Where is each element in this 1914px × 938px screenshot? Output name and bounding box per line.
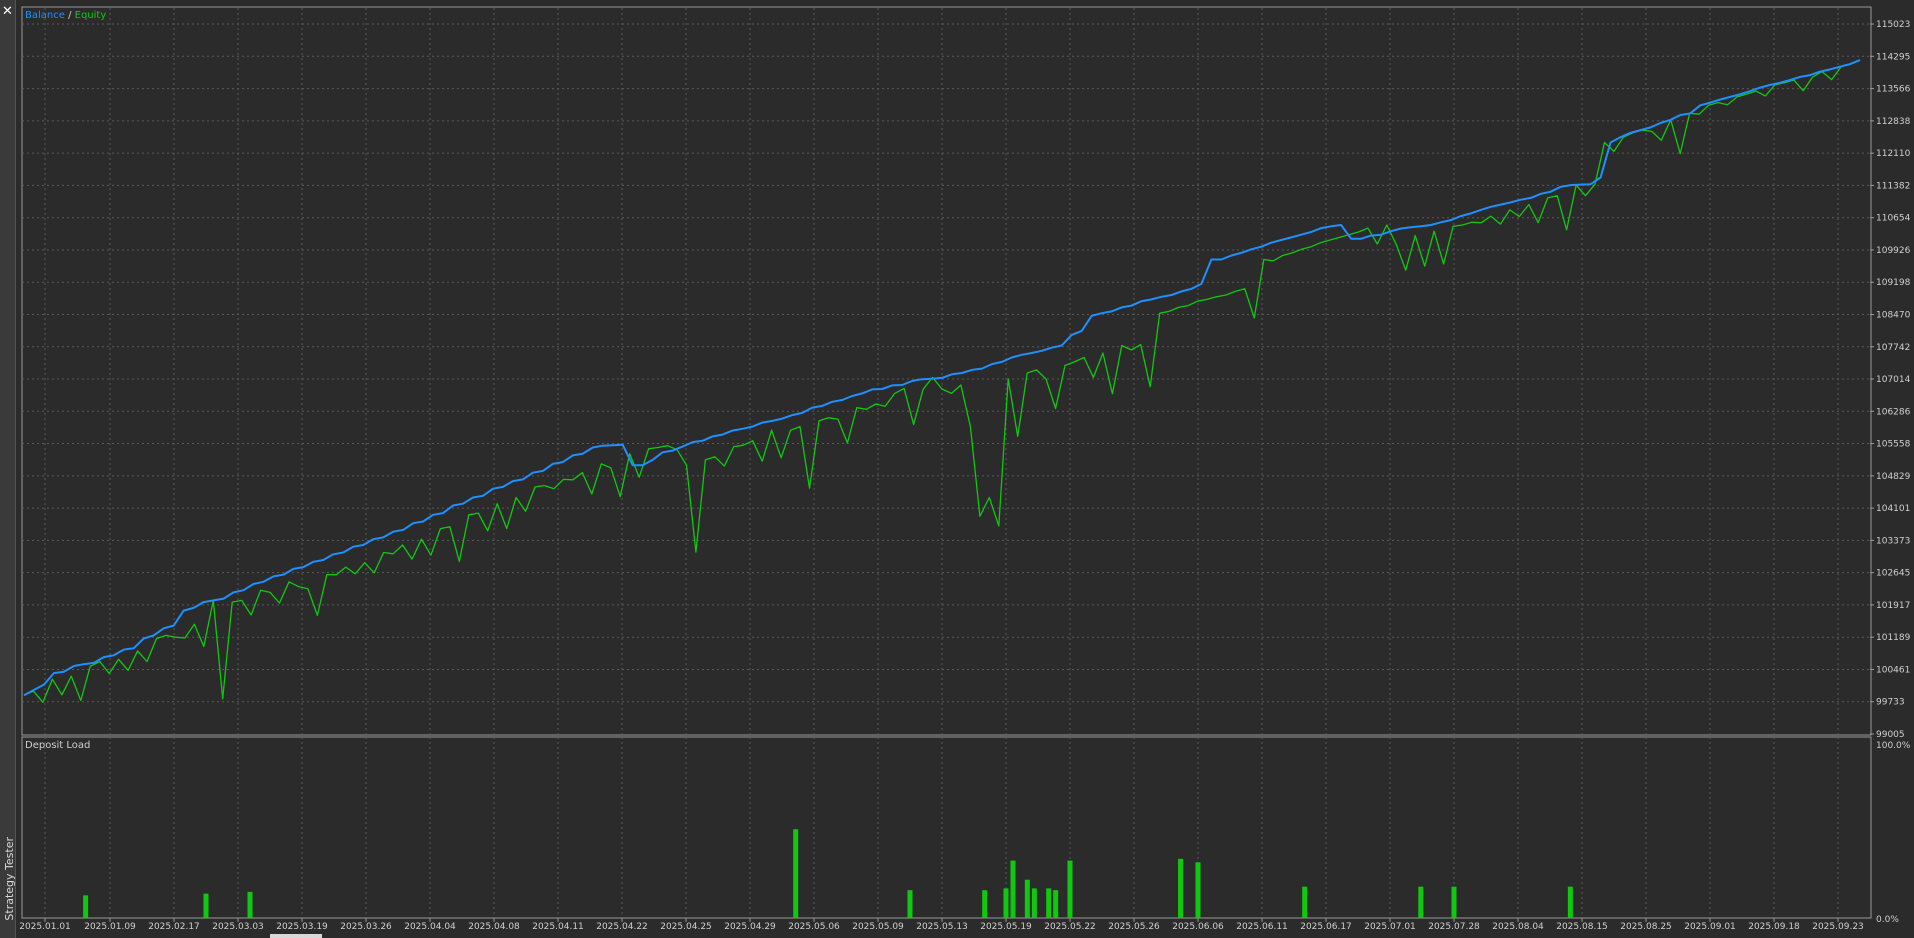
deposit-y-tick-label: 100.0% xyxy=(1876,741,1911,751)
x-tick-label: 2025.03.19 xyxy=(276,922,328,932)
x-tick-label: 2025.04.11 xyxy=(532,922,584,932)
x-tick-label: 2025.01.01 xyxy=(19,922,71,932)
y-tick-label: 110654 xyxy=(1876,214,1911,224)
y-tick-label: 108470 xyxy=(1876,310,1911,320)
deposit-load-bar xyxy=(83,895,89,918)
x-tick-label: 2025.08.25 xyxy=(1620,922,1672,932)
x-tick-label: 2025.01.09 xyxy=(84,922,136,932)
deposit-load-bar xyxy=(1003,888,1009,918)
y-tick-label: 101189 xyxy=(1876,633,1911,643)
y-tick-label: 104829 xyxy=(1876,472,1911,482)
y-tick-label: 99005 xyxy=(1876,730,1905,740)
deposit-load-bar xyxy=(1451,886,1457,918)
x-tick-label: 2025.04.08 xyxy=(468,922,520,932)
deposit-load-bar xyxy=(1024,879,1030,918)
y-tick-label: 109926 xyxy=(1876,246,1911,256)
y-tick-label: 100461 xyxy=(1876,665,1910,675)
deposit-load-bar xyxy=(793,829,799,918)
x-tick-label: 2025.08.04 xyxy=(1492,922,1544,932)
x-tick-label: 2025.06.17 xyxy=(1300,922,1352,932)
x-tick-label: 2025.05.19 xyxy=(980,922,1032,932)
legend-balance: Balance xyxy=(25,10,65,21)
deposit-load-bar xyxy=(247,891,253,918)
x-tick-label: 2025.05.22 xyxy=(1044,922,1096,932)
x-tick-label: 2025.04.22 xyxy=(596,922,648,932)
y-tick-label: 114295 xyxy=(1876,52,1910,62)
x-axis: 2025.01.01 2025.01.09 2025.02.17 2025.03.03… xyxy=(19,918,1864,932)
deposit-load-bar xyxy=(203,893,209,918)
deposit-plot-area xyxy=(21,736,1872,919)
x-tick-label: 2025.09.01 xyxy=(1684,922,1736,932)
y-tick-label: 113566 xyxy=(1876,85,1911,95)
deposit-load-bar xyxy=(1178,858,1184,918)
legend-separator: / xyxy=(68,10,72,21)
deposit-load-bar xyxy=(1067,860,1073,918)
x-tick-label: 2025.07.28 xyxy=(1428,922,1480,932)
x-tick-label: 2025.05.06 xyxy=(788,922,840,932)
x-tick-label: 2025.05.26 xyxy=(1108,922,1160,932)
bottom-tab-indicator[interactable] xyxy=(270,934,322,938)
x-tick-label: 2025.02.17 xyxy=(148,922,200,932)
x-tick-label: 2025.04.25 xyxy=(660,922,712,932)
tester-graph: 115023 114295 113566 112838 112110 111382 1106… xyxy=(19,6,1911,932)
deposit-load-bar xyxy=(1046,888,1052,918)
main-plot-area xyxy=(21,6,1872,736)
y-tick-label: 103373 xyxy=(1876,536,1910,546)
deposit-load-bar xyxy=(907,890,913,918)
deposit-load-bar xyxy=(1302,886,1308,918)
x-tick-label: 2025.03.26 xyxy=(340,922,392,932)
x-tick-label: 2025.07.01 xyxy=(1364,922,1416,932)
deposit-y-tick-label: 0.0% xyxy=(1876,915,1899,925)
deposit-load-bar xyxy=(1031,888,1037,918)
y-tick-label: 111382 xyxy=(1876,181,1910,191)
x-tick-label: 2025.04.29 xyxy=(724,922,776,932)
deposit-load-bar xyxy=(1567,886,1573,918)
y-tick-label: 101917 xyxy=(1876,601,1910,611)
x-tick-label: 2025.06.06 xyxy=(1172,922,1224,932)
legend-equity: Equity xyxy=(74,10,107,21)
y-tick-label: 106286 xyxy=(1876,407,1911,417)
y-tick-label: 99733 xyxy=(1876,698,1905,708)
x-tick-label: 2025.09.18 xyxy=(1748,922,1800,932)
y-tick-label: 104101 xyxy=(1876,504,1910,514)
x-tick-label: 2025.04.04 xyxy=(404,922,456,932)
y-tick-label: 107742 xyxy=(1876,343,1910,353)
y-tick-label: 105558 xyxy=(1876,440,1911,450)
x-tick-label: 2025.06.11 xyxy=(1236,922,1288,932)
x-tick-label: 2025.05.13 xyxy=(916,922,968,932)
y-tick-label: 115023 xyxy=(1876,20,1910,30)
y-tick-label: 109198 xyxy=(1876,278,1911,288)
y-tick-label: 112110 xyxy=(1876,149,1911,159)
x-tick-label: 2025.05.09 xyxy=(852,922,904,932)
x-tick-label: 2025.08.15 xyxy=(1556,922,1608,932)
deposit-load-bar xyxy=(1053,890,1059,918)
y-tick-label: 107014 xyxy=(1876,375,1911,385)
deposit-load-bar xyxy=(1010,860,1016,918)
chart-legend: Balance / Equity xyxy=(25,10,106,21)
deposit-load-bar xyxy=(1418,886,1424,918)
deposit-load-bar xyxy=(1195,862,1201,918)
deposit-load-title: Deposit Load xyxy=(25,740,91,751)
x-tick-label: 2025.03.03 xyxy=(212,922,264,932)
y-tick-label: 112838 xyxy=(1876,117,1911,127)
y-tick-label: 102645 xyxy=(1876,569,1910,579)
x-tick-label: 2025.09.23 xyxy=(1812,922,1864,932)
deposit-load-bar xyxy=(982,890,988,918)
y-axis: 115023 114295 113566 112838 112110 111382 1106… xyxy=(1870,20,1911,925)
